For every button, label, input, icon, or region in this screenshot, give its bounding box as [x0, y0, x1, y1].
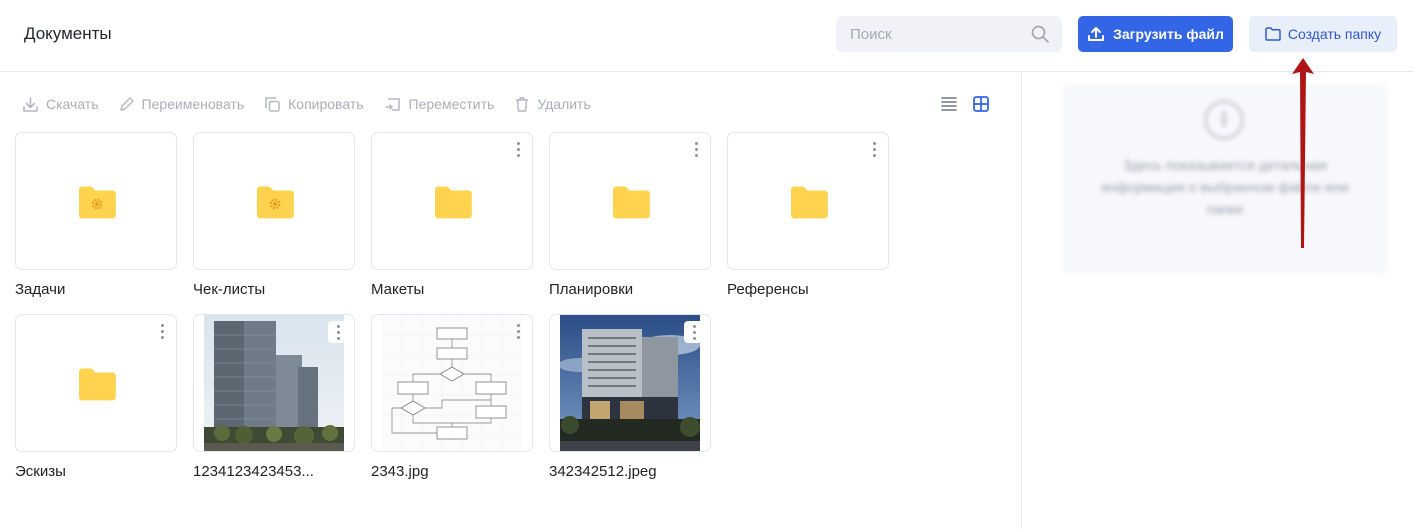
move-button[interactable]: Переместить — [384, 96, 495, 113]
more-menu-icon[interactable] — [871, 142, 877, 160]
tile-card[interactable] — [371, 314, 533, 452]
file-tile[interactable]: Макеты — [371, 132, 533, 298]
tile-card[interactable] — [15, 314, 177, 452]
tile-card[interactable] — [193, 132, 355, 270]
tile-name: 342342512.jpeg — [549, 463, 657, 480]
tile-card[interactable] — [549, 314, 711, 452]
tile-card[interactable] — [727, 132, 889, 270]
annotation-arrow — [1292, 58, 1314, 248]
move-label: Переместить — [408, 96, 495, 112]
file-tile[interactable]: 2343.jpg — [371, 314, 533, 480]
file-tile[interactable]: Референсы — [727, 132, 889, 298]
tile-name: Референсы — [727, 281, 809, 298]
tile-name: Задачи — [15, 281, 66, 298]
file-tile[interactable]: Планировки — [549, 132, 711, 298]
settings-folder-icon — [257, 186, 294, 219]
copy-button[interactable]: Копировать — [264, 96, 364, 113]
copy-label: Копировать — [288, 96, 364, 112]
tile-name: Чек-листы — [193, 281, 266, 298]
building-photo-thumbnail — [560, 315, 700, 451]
building-photo-thumbnail — [204, 315, 344, 451]
more-menu-icon[interactable] — [515, 142, 521, 160]
folder-icon — [613, 186, 650, 219]
info-icon — [1204, 100, 1244, 140]
file-tile[interactable]: Эскизы — [15, 314, 177, 480]
grid-view-icon[interactable] — [972, 95, 990, 113]
tile-name: Эскизы — [15, 463, 66, 480]
copy-icon — [265, 96, 280, 112]
download-icon — [23, 96, 38, 112]
folder-icon — [435, 186, 472, 219]
rename-button[interactable]: Переименовать — [119, 96, 245, 112]
tile-name: 2343.jpg — [371, 463, 429, 480]
create-folder-label: Создать папку — [1287, 26, 1382, 42]
header: Документы Загрузить файл Создать папку — [0, 0, 1414, 72]
details-placeholder-text: Здесь показывается детальная информация … — [1101, 157, 1349, 217]
more-menu-icon[interactable] — [684, 321, 704, 343]
create-folder-button[interactable]: Создать папку — [1249, 16, 1397, 52]
rename-label: Переименовать — [141, 96, 245, 112]
list-view-icon[interactable] — [940, 95, 958, 113]
folder-icon — [79, 368, 116, 401]
more-menu-icon[interactable] — [693, 142, 699, 160]
file-tile[interactable]: 342342512.jpeg — [549, 314, 711, 480]
tile-name: Планировки — [549, 281, 634, 298]
search-box[interactable] — [836, 16, 1062, 52]
file-tile[interactable]: Задачи — [15, 132, 177, 298]
file-toolbar: Скачать Переименовать Копировать Перемес… — [22, 94, 611, 114]
flowchart-thumbnail — [382, 315, 522, 451]
tile-name: 1234123423453... — [193, 463, 314, 480]
delete-label: Удалить — [537, 96, 591, 112]
delete-button[interactable]: Удалить — [514, 96, 591, 113]
settings-folder-icon — [79, 186, 116, 219]
more-menu-icon[interactable] — [328, 321, 348, 343]
search-input[interactable] — [836, 16, 1062, 52]
upload-file-button[interactable]: Загрузить файл — [1078, 16, 1233, 52]
file-tile[interactable]: Чек-листы — [193, 132, 355, 298]
file-tile[interactable]: 1234123423453... — [193, 314, 355, 480]
tile-card[interactable] — [549, 132, 711, 270]
details-panel: Здесь показывается детальная информация … — [1062, 84, 1388, 274]
upload-file-label: Загрузить файл — [1113, 26, 1224, 42]
folder-icon — [791, 186, 828, 219]
page-title: Документы — [24, 24, 112, 43]
download-button[interactable]: Скачать — [22, 96, 99, 113]
tile-card[interactable] — [193, 314, 355, 452]
more-menu-icon[interactable] — [159, 324, 165, 342]
tile-card[interactable] — [371, 132, 533, 270]
search-icon[interactable] — [1030, 24, 1050, 44]
move-icon — [384, 97, 400, 111]
tile-card[interactable] — [15, 132, 177, 270]
pencil-icon — [119, 97, 134, 111]
download-label: Скачать — [46, 96, 99, 112]
panel-divider — [1021, 72, 1022, 529]
upload-icon — [1088, 27, 1105, 41]
folder-outline-icon — [1265, 27, 1281, 41]
more-menu-icon[interactable] — [515, 324, 521, 342]
tile-name: Макеты — [371, 281, 425, 298]
trash-icon — [516, 96, 529, 112]
